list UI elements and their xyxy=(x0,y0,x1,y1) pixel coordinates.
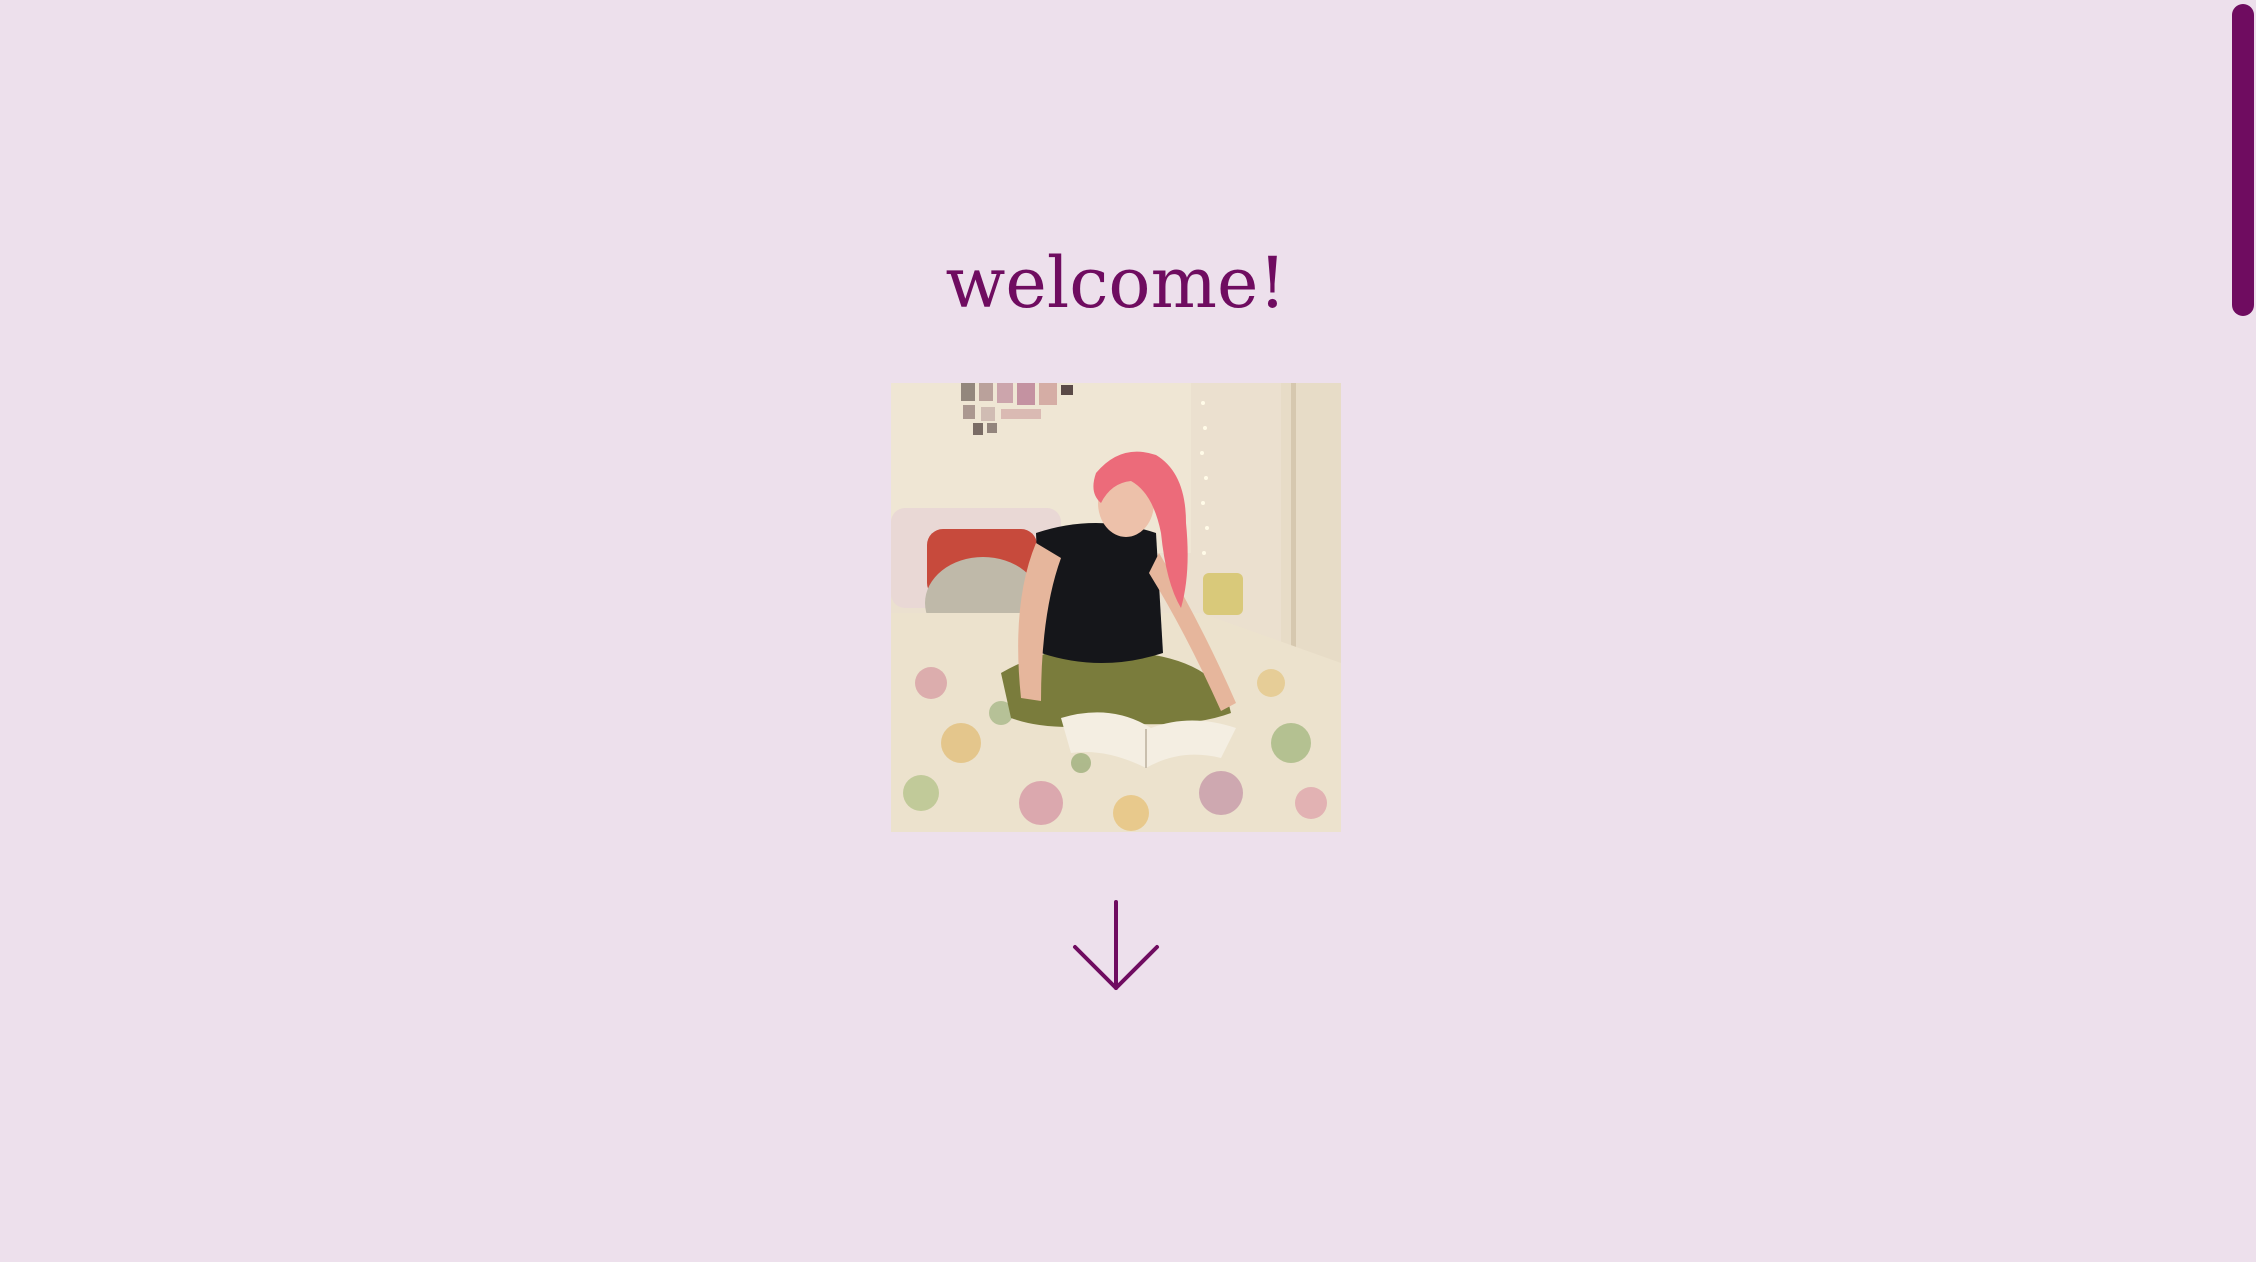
page: welcome! xyxy=(0,0,2256,1262)
scrollbar-thumb[interactable] xyxy=(2232,4,2254,316)
photo-illustration xyxy=(891,383,1341,832)
welcome-heading: welcome! xyxy=(945,242,1287,324)
scroll-down-arrow-icon[interactable] xyxy=(1070,900,1162,992)
hero-photo xyxy=(891,383,1341,832)
